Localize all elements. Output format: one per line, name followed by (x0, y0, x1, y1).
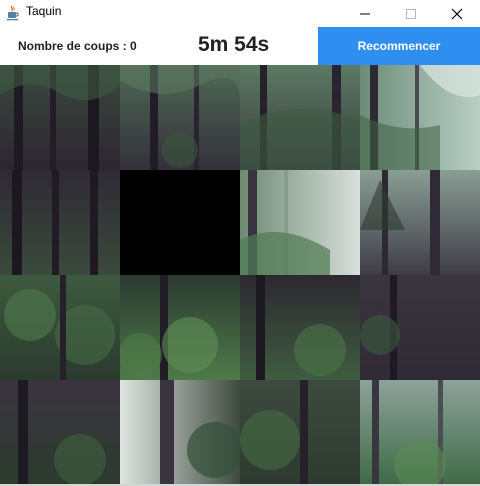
puzzle-tile[interactable] (0, 170, 120, 275)
puzzle-tile[interactable] (240, 380, 360, 485)
puzzle-board (0, 65, 480, 485)
puzzle-tile[interactable] (120, 380, 240, 485)
puzzle-tile[interactable] (360, 170, 480, 275)
minimize-icon (360, 13, 370, 14)
close-icon (451, 8, 463, 19)
move-counter: Nombre de coups : 0 (18, 39, 137, 53)
window-title: Taquin (26, 4, 62, 18)
puzzle-tile[interactable] (240, 275, 360, 380)
minimize-button[interactable] (342, 0, 388, 27)
puzzle-tile[interactable] (240, 170, 360, 275)
maximize-icon (406, 8, 416, 19)
puzzle-tile[interactable] (120, 65, 240, 170)
puzzle-tile[interactable] (0, 65, 120, 170)
puzzle-tile[interactable] (120, 275, 240, 380)
maximize-button[interactable] (388, 0, 434, 27)
timer-display: 5m 54s (198, 33, 270, 56)
java-cup-icon (6, 5, 20, 21)
puzzle-tile[interactable] (360, 380, 480, 485)
puzzle-tile[interactable] (240, 65, 360, 170)
close-button[interactable] (434, 0, 480, 27)
puzzle-tile[interactable] (0, 275, 120, 380)
puzzle-tile[interactable] (360, 65, 480, 170)
puzzle-tile[interactable] (360, 275, 480, 380)
window-titlebar: Taquin (0, 0, 480, 27)
restart-button[interactable]: Recommencer (318, 27, 480, 65)
puzzle-tile[interactable] (0, 380, 120, 485)
empty-tile (120, 170, 240, 275)
